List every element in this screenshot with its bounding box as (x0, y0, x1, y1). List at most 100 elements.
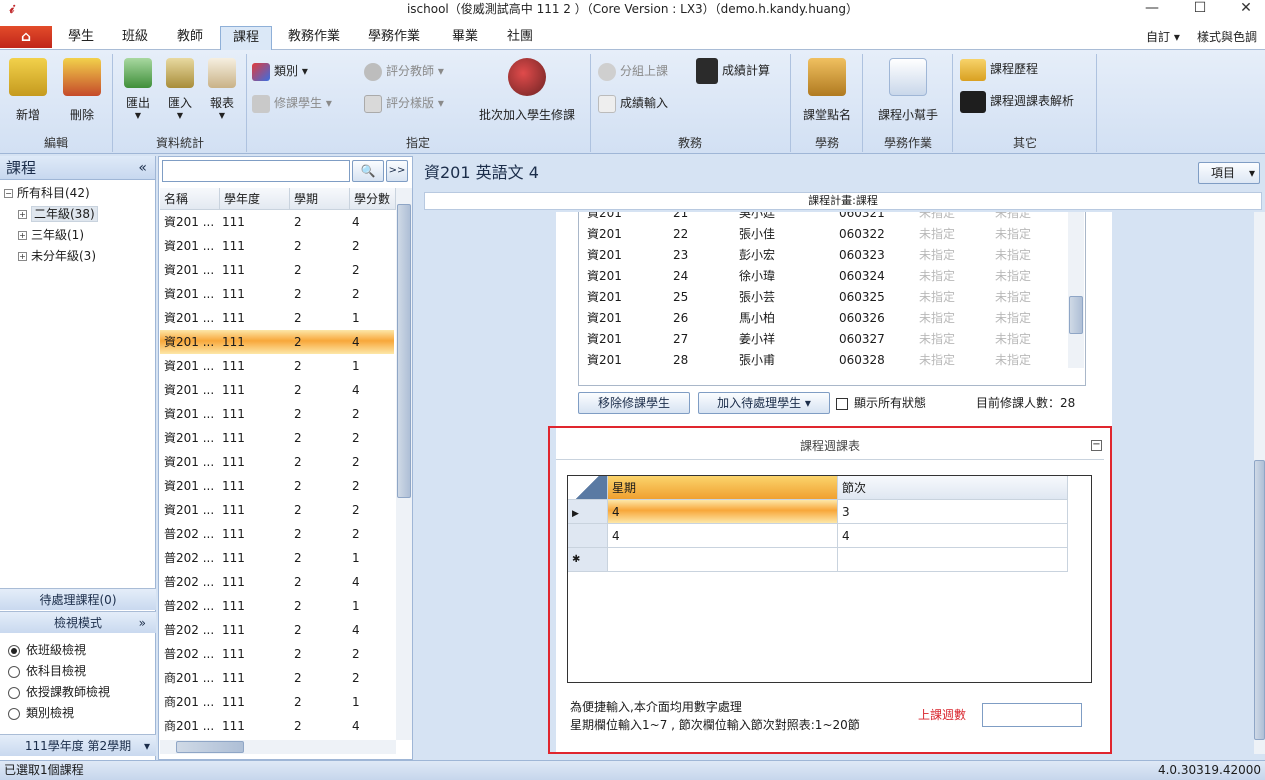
tab-clubs[interactable]: 社團 (495, 26, 545, 50)
rollcall-button[interactable]: 課堂點名 (796, 58, 858, 123)
new-row-selector[interactable]: ✱ (568, 548, 608, 572)
row-selector-current[interactable]: ▶ (568, 500, 608, 524)
course-row[interactable]: 商201 ... 111 2 1 (160, 690, 394, 714)
remove-students-button[interactable]: 移除修課學生 (578, 392, 690, 414)
tab-academic-ops[interactable]: 教務作業 (278, 26, 350, 50)
course-row[interactable]: 資201 ... 111 2 4 (160, 330, 394, 354)
col-header-credits[interactable]: 學分數 (350, 188, 396, 210)
tree-grade-3[interactable]: + 三年級(1) (18, 225, 84, 245)
new-row-cell-period[interactable] (838, 548, 1068, 572)
tab-graduation[interactable]: 畢業 (440, 26, 490, 50)
course-row[interactable]: 商201 ... 111 2 2 (160, 666, 394, 690)
maximize-button[interactable]: ☐ (1180, 0, 1220, 18)
student-row[interactable]: 資201 26 馬小柏 060326 未指定 未指定 (579, 308, 1085, 329)
items-dropdown-button[interactable]: 項目 ▾ (1198, 162, 1260, 184)
delete-course-button[interactable]: 刪除 (58, 58, 106, 123)
weeks-input[interactable] (982, 703, 1082, 727)
student-row[interactable]: 資201 25 張小芸 060325 未指定 未指定 (579, 287, 1085, 308)
course-row[interactable]: 資201 ... 111 2 2 (160, 258, 394, 282)
student-row[interactable]: 資201 28 張小甫 060328 未指定 未指定 (579, 350, 1085, 371)
view-by-category-radio[interactable]: 類別檢視 (8, 703, 74, 723)
col-header-name[interactable]: 名稱 (160, 188, 220, 210)
schedule-parse-button[interactable]: 課程週課表解析 (960, 90, 1074, 113)
new-row-cell-weekday[interactable] (608, 548, 838, 572)
tab-teachers[interactable]: 教師 (165, 26, 215, 50)
schedule-cell-weekday[interactable]: 4 (608, 524, 838, 548)
col-header-year[interactable]: 學年度 (220, 188, 290, 210)
app-menu-button[interactable]: ⌂ (0, 26, 52, 48)
grading-template-button[interactable]: 評分樣版 ▾ (364, 92, 444, 114)
tab-students[interactable]: 學生 (56, 26, 106, 50)
minimize-button[interactable]: — (1132, 0, 1172, 18)
import-button[interactable]: 匯入 ▼ (160, 58, 200, 120)
view-mode-bar[interactable]: 檢視模式 » (0, 611, 156, 633)
course-row[interactable]: 資201 ... 111 2 2 (160, 474, 394, 498)
collapse-icon[interactable]: − (4, 189, 13, 198)
main-scroll-thumb[interactable] (1254, 460, 1265, 740)
pending-courses-bar[interactable]: 待處理課程(0) (0, 588, 156, 610)
semester-selector[interactable]: 111學年度 第2學期 ▾ (0, 734, 156, 756)
grading-teacher-button[interactable]: 評分教師 ▾ (364, 60, 444, 82)
student-row[interactable]: 資201 27 姜小祥 060327 未指定 未指定 (579, 329, 1085, 350)
course-row[interactable]: 普202 ... 111 2 4 (160, 618, 394, 642)
schedule-cell-period[interactable]: 3 (838, 500, 1068, 524)
batch-add-students-button[interactable]: 批次加入學生修課 (472, 58, 582, 123)
close-button[interactable]: ✕ (1226, 0, 1265, 18)
expand-icon[interactable]: + (18, 252, 27, 261)
tab-classes[interactable]: 班級 (110, 26, 160, 50)
expand-icon[interactable]: + (18, 231, 27, 240)
course-search-input[interactable] (162, 160, 350, 182)
course-row[interactable]: 普202 ... 111 2 4 (160, 570, 394, 594)
student-list-scroll-thumb[interactable] (1069, 296, 1083, 334)
show-all-status-checkbox[interactable]: 顯示所有狀態 (836, 394, 926, 412)
course-students-button[interactable]: 修課學生 ▾ (252, 92, 332, 114)
course-list-hscroll-thumb[interactable] (176, 741, 244, 753)
course-row[interactable]: 資201 ... 111 2 1 (160, 306, 394, 330)
course-row[interactable]: 普202 ... 111 2 1 (160, 594, 394, 618)
export-button[interactable]: 匯出 ▼ (118, 58, 158, 120)
expand-icon[interactable]: + (18, 210, 27, 219)
expand-list-button[interactable]: >> (386, 160, 408, 182)
add-course-button[interactable]: 新增 (4, 58, 52, 123)
group-class-button[interactable]: 分組上課 (598, 60, 668, 82)
report-button[interactable]: 報表 ▼ (202, 58, 242, 120)
tab-courses[interactable]: 課程 (220, 26, 272, 50)
search-button[interactable]: 🔍 (352, 160, 384, 182)
collapse-panel-button[interactable]: « (138, 156, 147, 180)
customize-menu[interactable]: 自訂 ▾ (1146, 26, 1180, 48)
add-pending-students-button[interactable]: 加入待處理學生 ▾ (698, 392, 830, 414)
collapse-section-icon[interactable]: − (1091, 440, 1102, 451)
category-button[interactable]: 類別 ▾ (252, 60, 308, 82)
course-history-button[interactable]: 課程歷程 (960, 58, 1038, 81)
view-by-subject-radio[interactable]: 依科目檢視 (8, 661, 86, 681)
course-row[interactable]: 資201 ... 111 2 2 (160, 402, 394, 426)
course-row[interactable]: 資201 ... 111 2 1 (160, 354, 394, 378)
course-row[interactable]: 商201 ... 111 2 4 (160, 714, 394, 738)
score-input-button[interactable]: 成績輸入 (598, 92, 668, 114)
course-plan-bar[interactable]: 課程計畫:課程 (424, 192, 1262, 210)
tree-grade-2[interactable]: + 二年級(38) (18, 204, 98, 224)
course-row[interactable]: 資201 ... 111 2 2 (160, 234, 394, 258)
course-helper-button[interactable]: 課程小幫手 (870, 58, 946, 123)
student-row[interactable]: 資201 22 張小佳 060322 未指定 未指定 (579, 224, 1085, 245)
course-row[interactable]: 資201 ... 111 2 2 (160, 450, 394, 474)
row-selector[interactable] (568, 524, 608, 548)
col-header-weekday[interactable]: 星期 (608, 476, 838, 500)
course-row[interactable]: 普202 ... 111 2 1 (160, 546, 394, 570)
student-list-scrollbar[interactable] (1068, 212, 1084, 368)
tree-ungraded[interactable]: + 未分年級(3) (18, 246, 96, 266)
score-calc-button[interactable]: 成績計算 (696, 58, 770, 84)
col-header-period[interactable]: 節次 (838, 476, 1068, 500)
schedule-cell-period[interactable]: 4 (838, 524, 1068, 548)
student-row[interactable]: 資201 24 徐小瑋 060324 未指定 未指定 (579, 266, 1085, 287)
col-header-semester[interactable]: 學期 (290, 188, 350, 210)
course-row[interactable]: 資201 ... 111 2 2 (160, 498, 394, 522)
student-row[interactable]: 資201 23 彭小宏 060323 未指定 未指定 (579, 245, 1085, 266)
course-row[interactable]: 普202 ... 111 2 2 (160, 642, 394, 666)
select-all-corner[interactable] (568, 476, 608, 500)
course-row[interactable]: 普202 ... 111 2 2 (160, 522, 394, 546)
course-list-scroll-thumb[interactable] (397, 204, 411, 498)
view-by-class-radio[interactable]: 依班級檢視 (8, 640, 86, 660)
theme-menu[interactable]: 樣式與色調 (1197, 26, 1257, 48)
tab-student-affairs[interactable]: 學務作業 (358, 26, 430, 50)
